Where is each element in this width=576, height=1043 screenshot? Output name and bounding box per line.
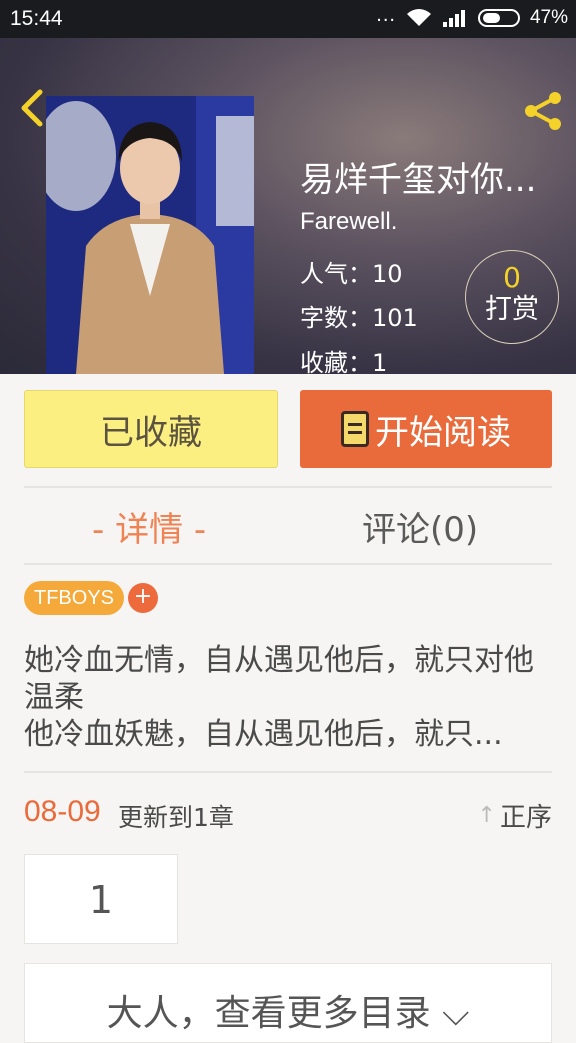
- status-icons: ... 47%: [376, 3, 568, 29]
- battery-percent: 47%: [529, 7, 568, 28]
- sort-order-button[interactable]: ↑ 正序: [478, 797, 552, 834]
- chapter-item[interactable]: 1: [24, 854, 178, 944]
- back-arrow-icon[interactable]: [16, 88, 48, 128]
- description-line: 她冷血无情，自从遇见他后，就只对他温柔: [24, 643, 534, 715]
- start-reading-label: 开始阅读: [375, 412, 511, 453]
- update-date: 08-09: [24, 795, 101, 828]
- divider: [24, 486, 552, 488]
- favorites-stat: 收藏：1: [300, 349, 388, 374]
- tip-button[interactable]: 0 打赏: [465, 250, 559, 344]
- sort-order-label: 正序: [499, 803, 552, 833]
- sort-arrow-icon: ↑: [477, 803, 496, 828]
- divider: [24, 771, 552, 773]
- favorited-button[interactable]: 已收藏: [24, 390, 278, 468]
- book-title: 易烊千玺对你...: [300, 160, 537, 200]
- signal-icon: [442, 10, 465, 27]
- popularity-stat: 人气：10: [300, 260, 403, 288]
- tip-count: 0: [503, 261, 521, 294]
- favorited-label: 已收藏: [100, 412, 202, 453]
- description-line: 他冷血妖魅，自从遇见他后，就只...: [24, 717, 503, 752]
- book-icon: [341, 411, 369, 447]
- view-more-catalog-button[interactable]: 大人，查看更多目录 ⌵: [24, 963, 552, 1043]
- start-reading-button[interactable]: 开始阅读: [300, 390, 552, 468]
- wifi-icon: [406, 9, 431, 26]
- book-author[interactable]: Farewell.: [300, 208, 397, 236]
- tab-detail[interactable]: - 详情 -: [92, 502, 206, 551]
- tab-comments[interactable]: 评论(0): [362, 502, 478, 551]
- tip-label: 打赏: [485, 294, 539, 325]
- divider: [24, 563, 552, 565]
- share-icon[interactable]: [522, 90, 564, 132]
- update-text: 更新到1章: [118, 803, 234, 832]
- book-cover-image[interactable]: [46, 96, 254, 374]
- more-dots-icon: ...: [376, 3, 396, 26]
- status-bar: 15:44 ... 47%: [0, 0, 576, 38]
- book-header: 易烊千玺对你... Farewell. 人气：10 字数：101 收藏：1 0 …: [0, 38, 576, 374]
- word-count-stat: 字数：101: [300, 304, 418, 332]
- book-description[interactable]: 她冷血无情，自从遇见他后，就只对他温柔 他冷血妖魅，自从遇见他后，就只...: [24, 642, 552, 753]
- tag-tfboys[interactable]: TFBOYS: [24, 581, 125, 615]
- battery-icon: [477, 9, 520, 27]
- status-time: 15:44: [10, 7, 63, 30]
- add-tag-button[interactable]: +: [128, 583, 158, 613]
